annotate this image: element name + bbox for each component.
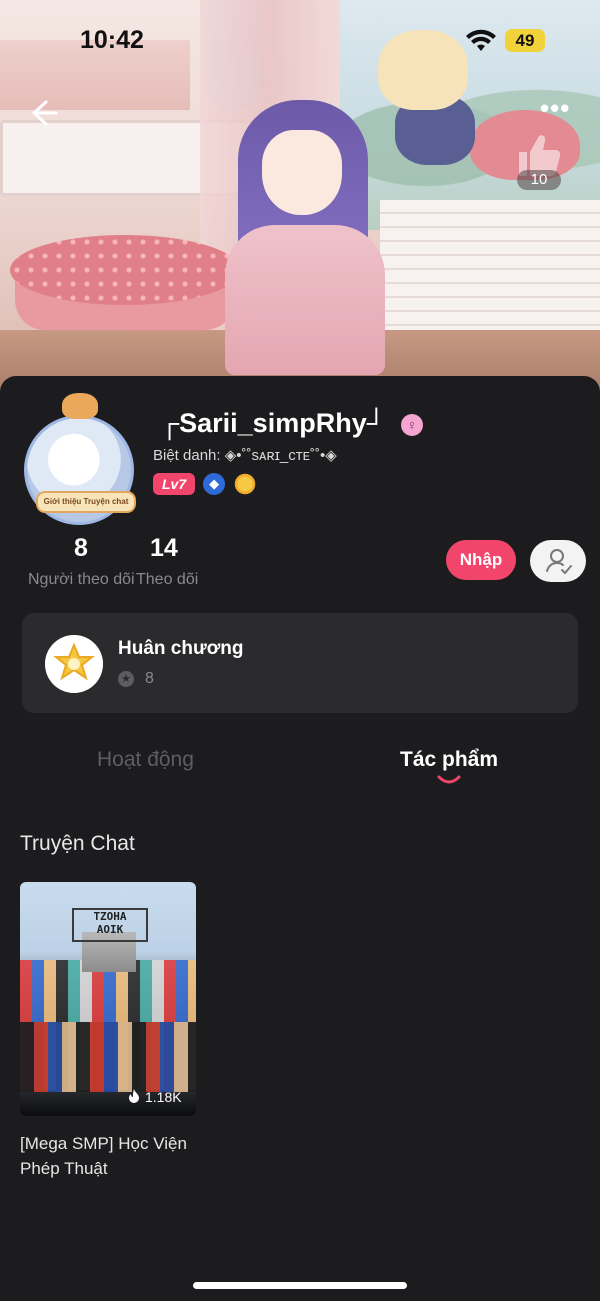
story-cover-crowd-front: [20, 1022, 196, 1092]
sun-badge-icon: [233, 472, 258, 496]
profile-nickname: Biệt danh: ◈•˚˚sᴀʀɪ_ᴄᴛᴇ˚˚•◈: [153, 446, 337, 464]
followers-count[interactable]: 8: [74, 534, 88, 563]
back-arrow-icon[interactable]: [26, 96, 60, 130]
diamond-badge-icon: ◆: [203, 473, 226, 495]
profile-username: ┌Sarii_simpRhy┘: [160, 408, 386, 438]
follow-button[interactable]: [530, 540, 586, 582]
following-label[interactable]: Theo dõi: [136, 571, 198, 589]
medals-card[interactable]: [22, 613, 578, 713]
home-indicator: [193, 1282, 407, 1289]
tab-works[interactable]: Tác phẩm: [400, 748, 498, 772]
banner-girl-face: [262, 130, 342, 215]
story-views-count: 1.18K: [145, 1089, 182, 1105]
banner-stool: [10, 235, 240, 305]
profile-badges: Lv7 ◆: [153, 472, 258, 496]
story-title[interactable]: [Mega SMP] Học Viện Phép Thuật: [20, 1131, 200, 1181]
following-count[interactable]: 14: [150, 534, 178, 563]
avatar[interactable]: Giới thiệu Truyện chat: [18, 393, 138, 525]
nickname-value: ◈•˚˚sᴀʀɪ_ᴄᴛᴇ˚˚•◈: [224, 447, 337, 464]
level-badge: Lv7: [153, 473, 196, 495]
medal-icon: [45, 635, 103, 693]
medals-count: 8: [145, 670, 154, 687]
story-cover-logo: TZOHA AOIK: [72, 908, 148, 942]
like-count: 10: [517, 170, 561, 190]
battery-icon: 49: [505, 29, 545, 52]
status-bar: 10:42 49: [0, 0, 600, 80]
tab-active-indicator: [437, 775, 461, 784]
female-gender-icon: ♀: [401, 414, 423, 436]
story-views: 1.18K: [126, 1089, 182, 1105]
tab-activity[interactable]: Hoạt động: [97, 748, 194, 772]
add-friend-icon: [546, 549, 572, 575]
status-time: 10:42: [80, 26, 144, 54]
nickname-label: Biệt danh:: [153, 447, 221, 464]
followers-label[interactable]: Người theo dõi: [28, 571, 135, 589]
wifi-icon: [466, 29, 496, 51]
banner-girl-dress: [225, 225, 385, 375]
avatar-bear-decoration: [62, 393, 98, 419]
login-button[interactable]: Nhập: [446, 540, 516, 580]
star-icon: ★: [118, 671, 134, 687]
section-title-chat-stories: Truyện Chat: [20, 832, 135, 855]
avatar-tag: Giới thiệu Truyện chat: [36, 491, 136, 513]
story-card[interactable]: TZOHA AOIK: [20, 882, 196, 1116]
medals-title: Huân chương: [118, 638, 244, 659]
